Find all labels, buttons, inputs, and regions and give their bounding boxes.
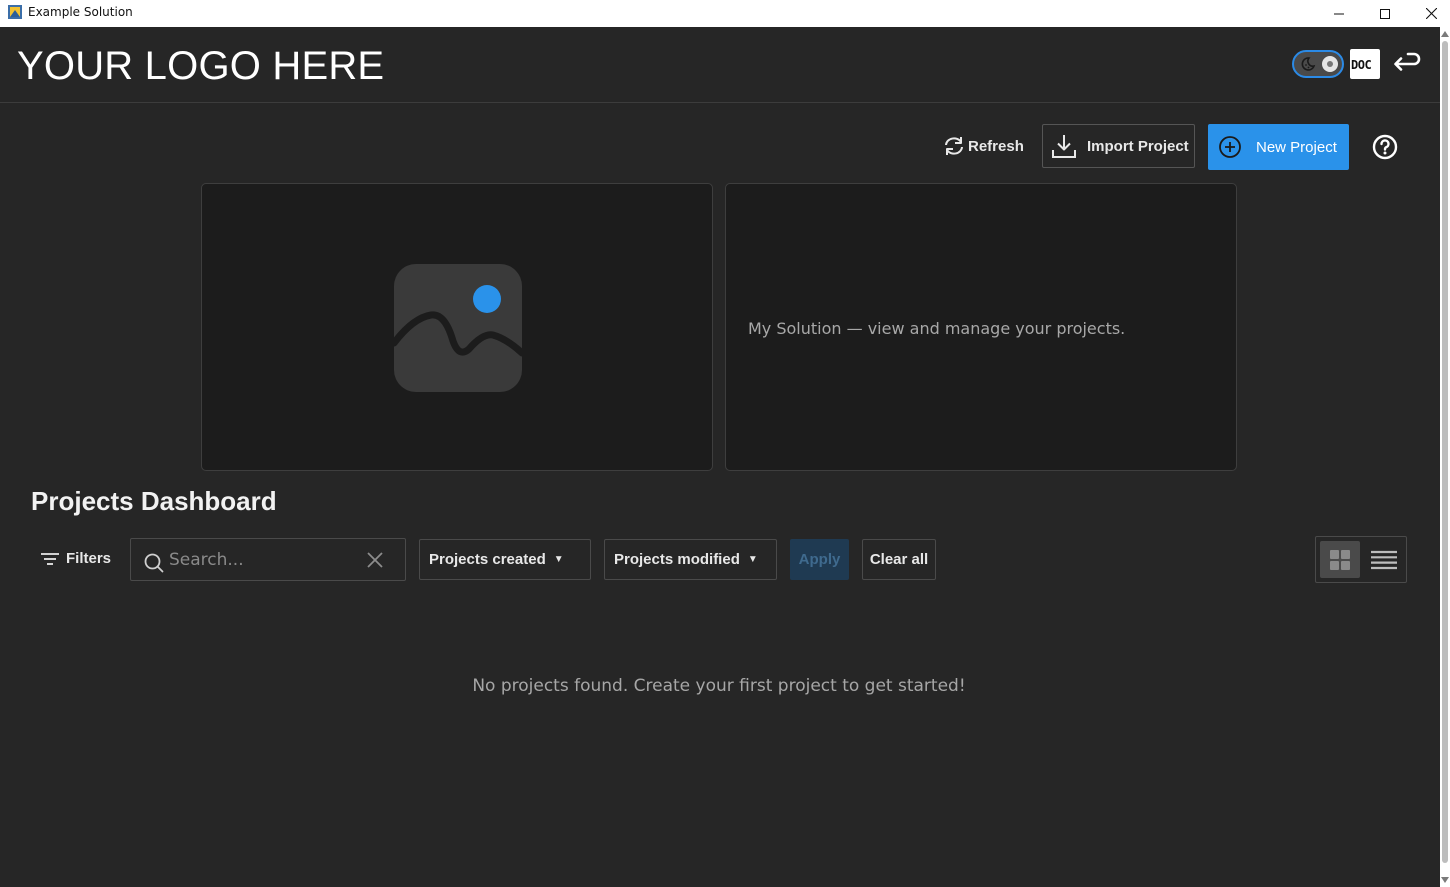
hero-image-card	[201, 183, 713, 471]
close-window-button[interactable]	[1408, 0, 1450, 27]
download-icon	[1052, 135, 1076, 158]
toggle-knob	[1322, 56, 1338, 72]
filters-button[interactable]: Filters	[40, 549, 111, 567]
minimize-button[interactable]	[1316, 0, 1362, 27]
projects-modified-dropdown[interactable]: Projects modified ▼	[604, 539, 777, 580]
image-placeholder-icon	[393, 264, 523, 392]
import-label: Import Project	[1087, 137, 1189, 155]
hero-description: My Solution — view and manage your proje…	[748, 319, 1126, 338]
list-view-button[interactable]	[1366, 541, 1402, 578]
view-toggle	[1315, 536, 1407, 583]
app-header: YOUR LOGO HERE DOC	[0, 27, 1440, 103]
window-title: Example Solution	[28, 5, 133, 19]
scroll-up-icon[interactable]	[1441, 31, 1449, 37]
chevron-down-icon: ▼	[553, 554, 564, 565]
search-icon	[144, 553, 164, 573]
list-view-icon	[1371, 550, 1397, 569]
import-project-button[interactable]: Import Project	[1042, 124, 1195, 168]
grid-view-icon	[1330, 549, 1350, 570]
close-icon[interactable]	[367, 552, 383, 568]
search-box	[130, 538, 406, 581]
projects-created-label: Projects created	[429, 551, 546, 568]
apply-button[interactable]: Apply	[790, 539, 849, 580]
maximize-button[interactable]	[1362, 0, 1408, 27]
app-icon	[8, 5, 22, 19]
scrollbar-thumb[interactable]	[1442, 41, 1448, 863]
return-arrow-icon[interactable]	[1390, 49, 1422, 77]
dashboard-title: Projects Dashboard	[31, 486, 277, 516]
filter-icon	[41, 553, 59, 565]
new-project-label: New Project	[1256, 138, 1337, 156]
projects-created-dropdown[interactable]: Projects created ▼	[419, 539, 591, 580]
doc-icon[interactable]: DOC	[1350, 49, 1380, 79]
scroll-down-icon[interactable]	[1441, 877, 1449, 883]
chevron-down-icon: ▼	[747, 554, 758, 565]
logo-text: YOUR LOGO HERE	[17, 44, 385, 88]
theme-toggle[interactable]	[1292, 50, 1344, 78]
minimize-icon	[1334, 13, 1344, 14]
empty-state-message: No projects found. Create your first pro…	[472, 676, 966, 696]
vertical-scrollbar[interactable]	[1440, 27, 1450, 887]
maximize-icon	[1380, 8, 1390, 19]
projects-modified-label: Projects modified	[614, 551, 740, 568]
plus-circle-icon	[1219, 136, 1241, 158]
window-titlebar: Example Solution	[0, 0, 1450, 27]
search-input[interactable]	[169, 547, 359, 573]
question-circle-icon[interactable]	[1372, 134, 1398, 160]
moon-icon	[1301, 57, 1316, 71]
grid-view-button[interactable]	[1320, 541, 1360, 578]
clear-all-button[interactable]: Clear all	[862, 539, 936, 580]
refresh-label: Refresh	[968, 137, 1024, 155]
new-project-button[interactable]: New Project	[1208, 124, 1349, 170]
close-window-icon	[1425, 8, 1437, 19]
refresh-button[interactable]: Refresh	[940, 124, 1028, 168]
hero-description-card: My Solution — view and manage your proje…	[725, 183, 1237, 471]
filters-label: Filters	[66, 549, 112, 567]
doc-icon-label: DOC	[1351, 58, 1372, 72]
refresh-icon	[945, 137, 963, 155]
